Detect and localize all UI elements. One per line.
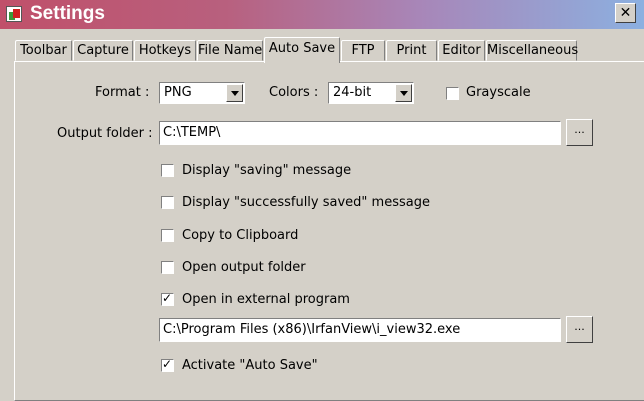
tab-editor[interactable]: Editor bbox=[438, 40, 485, 61]
grayscale-checkbox[interactable] bbox=[446, 87, 459, 100]
open-output-folder-label: Open output folder bbox=[182, 260, 306, 275]
activate-auto-save-checkbox[interactable]: ✓ bbox=[161, 357, 174, 372]
display-saving-checkbox[interactable] bbox=[161, 164, 174, 177]
output-folder-value: C:\TEMP\ bbox=[163, 125, 221, 140]
colors-label: Colors : bbox=[269, 85, 319, 100]
external-program-field[interactable]: C:\Program Files (x86)\IrfanView\i_view3… bbox=[159, 318, 561, 342]
display-saving-label: Display "saving" message bbox=[182, 163, 352, 178]
open-in-external-program-label: Open in external program bbox=[182, 292, 350, 307]
copy-to-clipboard-checkbox[interactable] bbox=[161, 229, 174, 242]
tab-capture[interactable]: Capture bbox=[73, 40, 133, 61]
output-folder-label: Output folder : bbox=[57, 126, 153, 141]
tab-ftp[interactable]: FTP bbox=[341, 40, 385, 61]
format-select[interactable]: PNG bbox=[159, 82, 245, 104]
checkmark-icon: ✓ bbox=[162, 357, 173, 371]
display-successfully-saved-label: Display "successfully saved" message bbox=[182, 195, 430, 210]
tab-hotkeys[interactable]: Hotkeys bbox=[134, 40, 196, 61]
tab-miscellaneous[interactable]: Miscellaneous bbox=[486, 40, 578, 61]
tab-print[interactable]: Print bbox=[386, 40, 437, 61]
open-in-external-program-checkbox[interactable]: ✓ bbox=[161, 291, 174, 306]
title-bar: Settings ✕ bbox=[0, 0, 644, 29]
external-program-value: C:\Program Files (x86)\IrfanView\i_view3… bbox=[163, 322, 461, 337]
colors-select[interactable]: 24-bit bbox=[328, 82, 414, 104]
chevron-down-icon[interactable] bbox=[226, 84, 243, 102]
grayscale-label: Grayscale bbox=[466, 85, 531, 100]
close-button[interactable]: ✕ bbox=[615, 3, 636, 23]
auto-save-panel bbox=[14, 61, 644, 401]
activate-auto-save-label: Activate "Auto Save" bbox=[182, 358, 318, 373]
app-icon bbox=[6, 6, 22, 22]
format-label: Format : bbox=[95, 85, 150, 100]
copy-to-clipboard-label: Copy to Clipboard bbox=[182, 228, 299, 243]
colors-value: 24-bit bbox=[333, 85, 372, 100]
format-value: PNG bbox=[164, 85, 192, 100]
display-successfully-saved-checkbox[interactable] bbox=[161, 196, 174, 209]
open-output-folder-checkbox[interactable] bbox=[161, 261, 174, 274]
window-title: Settings bbox=[30, 3, 105, 24]
tab-toolbar[interactable]: Toolbar bbox=[15, 40, 72, 61]
output-folder-field[interactable]: C:\TEMP\ bbox=[159, 121, 561, 145]
output-folder-browse-button[interactable]: ... bbox=[566, 119, 593, 146]
tab-auto-save[interactable]: Auto Save bbox=[264, 37, 340, 63]
checkmark-icon: ✓ bbox=[162, 291, 173, 305]
chevron-down-icon[interactable] bbox=[395, 84, 412, 102]
external-program-browse-button[interactable]: ... bbox=[566, 316, 593, 343]
tab-file-name[interactable]: File Name bbox=[197, 40, 263, 61]
